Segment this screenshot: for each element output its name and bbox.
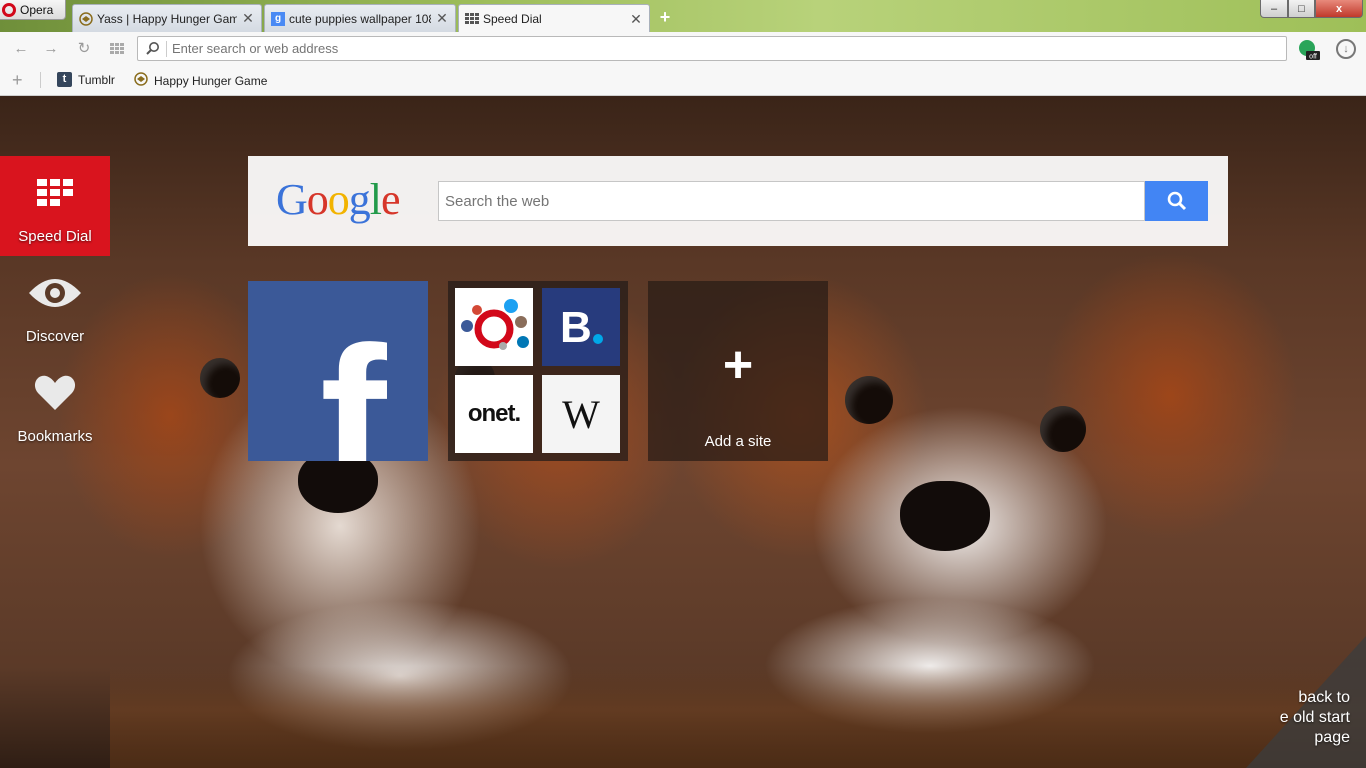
sidebar-item-bookmarks[interactable]: Bookmarks xyxy=(0,356,110,456)
bookmark-happy-hunger-game[interactable]: Happy Hunger Game xyxy=(134,72,267,89)
search-icon xyxy=(1167,191,1186,211)
search-icon xyxy=(146,41,160,55)
tab-title: Speed Dial xyxy=(483,12,542,26)
mockingjay-icon xyxy=(134,72,148,89)
tab-title: Yass | Happy Hunger Games xyxy=(97,11,237,26)
grid-icon xyxy=(37,170,73,216)
speed-dial-grid-icon[interactable] xyxy=(108,40,126,58)
add-site-label: Add a site xyxy=(704,433,772,450)
opera-social-icon xyxy=(455,288,533,366)
mockingjay-icon xyxy=(79,11,93,26)
wallpaper-puppy-nose xyxy=(900,481,990,551)
address-input[interactable] xyxy=(172,39,1272,58)
maximize-button[interactable]: □ xyxy=(1288,0,1315,18)
address-separator xyxy=(166,41,167,57)
wallpaper-puppy-eye xyxy=(200,358,240,398)
speed-dial-tile-facebook[interactable]: f xyxy=(248,281,428,461)
bookmark-tumblr[interactable]: t Tumblr xyxy=(57,72,115,87)
svg-text:off: off xyxy=(1309,54,1317,61)
google-g-icon: g xyxy=(271,11,285,26)
sidebar-item-label: Discover xyxy=(25,328,85,345)
wallpaper-basket xyxy=(110,666,1366,768)
tab-hunger-games[interactable]: Yass | Happy Hunger Games ✕ xyxy=(72,4,262,32)
onet-logo: onet. xyxy=(455,375,533,453)
eye-icon xyxy=(27,270,83,316)
navigation-toolbar: ← → ↻ off ↓ xyxy=(0,32,1366,64)
forward-arrow-icon[interactable]: → xyxy=(42,40,60,58)
heart-icon xyxy=(34,370,76,416)
close-icon[interactable]: ✕ xyxy=(629,11,643,28)
sidebar-item-label: Speed Dial xyxy=(18,228,92,245)
opera-menu-label: Opera xyxy=(20,2,54,17)
booking-logo-icon: B xyxy=(542,288,620,366)
speed-dial-tile-folder[interactable]: B onet. W xyxy=(448,281,628,461)
sidebar: Speed Dial Discover Bookmarks xyxy=(0,156,110,456)
add-bookmark-plus-icon[interactable]: + xyxy=(12,70,23,91)
download-icon[interactable]: ↓ xyxy=(1336,39,1356,59)
wikipedia-logo: W xyxy=(542,375,620,453)
tumblr-icon: t xyxy=(57,72,72,87)
speed-dial-page: Speed Dial Discover Bookmarks Google f xyxy=(0,96,1366,768)
extension-off-icon[interactable]: off xyxy=(1298,39,1320,61)
sidebar-item-speed-dial[interactable]: Speed Dial xyxy=(0,156,110,256)
web-search-input[interactable] xyxy=(438,181,1145,221)
add-site-tile[interactable]: + Add a site xyxy=(648,281,828,461)
wallpaper-puppy-eye xyxy=(1040,406,1086,452)
web-search-box: Google xyxy=(248,156,1228,246)
close-icon[interactable]: ✕ xyxy=(241,10,255,27)
sidebar-item-discover[interactable]: Discover xyxy=(0,256,110,356)
back-arrow-icon[interactable]: ← xyxy=(12,40,30,58)
speed-dial-grid-icon xyxy=(465,12,479,26)
reload-icon[interactable]: ↻ xyxy=(75,40,93,58)
web-search-button[interactable] xyxy=(1145,181,1208,221)
bookmarks-bar: + t Tumblr Happy Hunger Game xyxy=(0,64,1366,96)
new-tab-plus-icon[interactable]: + xyxy=(656,8,674,26)
opera-logo-icon xyxy=(2,2,16,17)
google-logo: Google xyxy=(276,175,401,224)
opera-menu-button[interactable]: Opera xyxy=(0,0,66,20)
minimize-button[interactable]: – xyxy=(1260,0,1288,18)
sidebar-item-label: Bookmarks xyxy=(17,428,93,445)
title-bar: Opera Yass | Happy Hunger Games ✕ g cute… xyxy=(0,0,1366,33)
address-bar[interactable] xyxy=(137,36,1287,61)
corner-link-label: back to e old start page xyxy=(1279,689,1350,746)
wallpaper-puppy-eye xyxy=(845,376,893,424)
bookmarks-separator xyxy=(40,72,41,88)
plus-icon: + xyxy=(722,336,754,394)
svg-text:B: B xyxy=(560,303,592,352)
tab-title: cute puppies wallpaper 1080 xyxy=(289,11,431,26)
facebook-f-icon: f xyxy=(320,306,387,462)
bookmark-label: Tumblr xyxy=(78,72,115,87)
close-window-button[interactable]: x xyxy=(1315,0,1363,18)
bookmark-label: Happy Hunger Game xyxy=(154,73,268,88)
close-icon[interactable]: ✕ xyxy=(435,10,449,27)
tab-puppies-search[interactable]: g cute puppies wallpaper 1080 ✕ xyxy=(264,4,456,32)
back-to-old-start-page-link[interactable]: back to e old start page xyxy=(1246,636,1366,768)
tab-speed-dial[interactable]: Speed Dial ✕ xyxy=(458,4,650,33)
